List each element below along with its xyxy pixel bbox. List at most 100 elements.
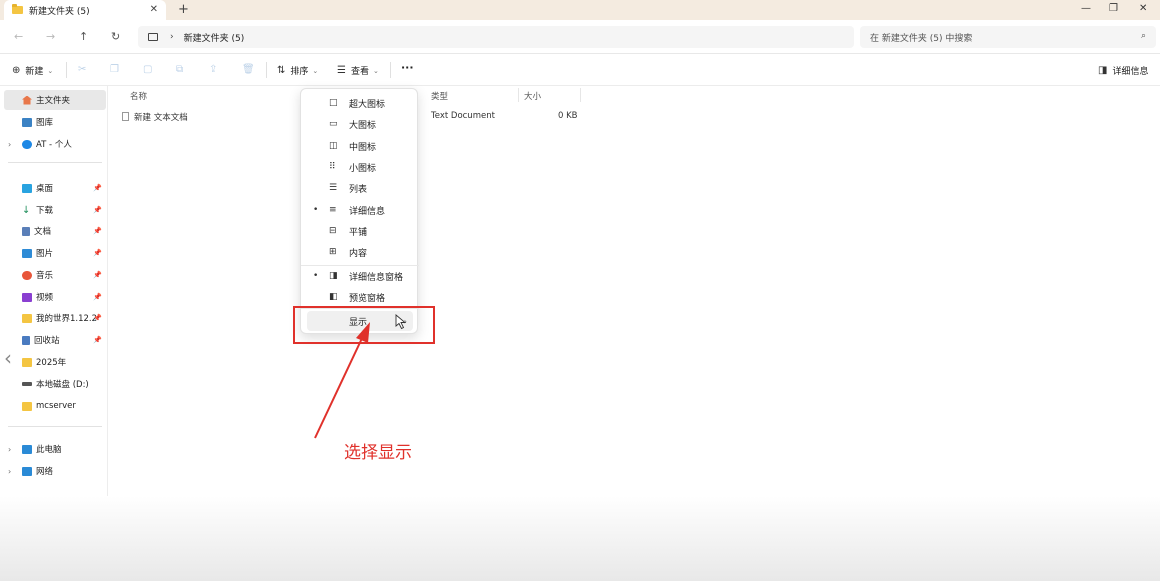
search-input[interactable]: 在 新建文件夹 (5) 中搜索 ⌕ — [860, 26, 1156, 48]
sidebar-item-documents[interactable]: 文档 📌 — [4, 221, 106, 241]
close-window-icon[interactable]: ✕ — [1139, 3, 1147, 14]
minimize-icon[interactable]: — — [1081, 3, 1091, 14]
view-button[interactable]: ☰ 查看 ⌄ — [337, 64, 379, 77]
content-icon: ⊞ — [329, 247, 337, 257]
cut-button[interactable]: ✂ — [78, 64, 91, 75]
column-divider[interactable] — [518, 88, 519, 102]
sidebar-item-home[interactable]: 主文件夹 — [4, 90, 106, 110]
details-icon: ≡ — [329, 205, 337, 215]
sidebar-item-onedrive[interactable]: › AT - 个人 — [4, 134, 106, 154]
forward-icon[interactable]: → — [46, 30, 55, 43]
divider — [8, 162, 102, 163]
menu-item-preview-pane[interactable]: ◧ 预览窗格 — [307, 287, 413, 307]
menu-item-label: 详细信息 — [349, 206, 386, 217]
tab-title: 新建文件夹 (5) — [29, 6, 90, 17]
recycle-bin-icon — [22, 335, 30, 345]
divider — [8, 426, 102, 427]
back-icon[interactable]: ← — [14, 30, 23, 43]
sidebar-item-label: 视频 — [36, 293, 54, 303]
menu-item-list[interactable]: ☰ 列表 — [307, 178, 413, 198]
sort-button[interactable]: ⇅ 排序 ⌄ — [277, 64, 318, 77]
menu-item-content[interactable]: ⊞ 内容 — [307, 242, 413, 262]
sidebar-item-label: 图库 — [36, 118, 54, 128]
network-icon — [22, 466, 32, 476]
column-header-type[interactable]: 类型 — [431, 90, 448, 102]
chevron-right-icon[interactable]: › — [8, 445, 11, 454]
computer-icon — [22, 444, 32, 454]
chevron-down-icon: ⌄ — [372, 66, 379, 75]
sidebar-item-gallery[interactable]: 图库 — [4, 112, 106, 132]
sidebar-item-desktop[interactable]: 桌面 📌 — [4, 178, 106, 198]
menu-item-label: 中图标 — [349, 142, 377, 153]
menu-item-details-pane[interactable]: • ◨ 详细信息窗格 — [307, 266, 413, 286]
chevron-right-icon[interactable]: › — [8, 467, 11, 476]
maximize-icon[interactable]: ❐ — [1109, 3, 1118, 14]
tab-current-folder[interactable]: 新建文件夹 (5) ✕ — [4, 0, 166, 20]
chevron-right-icon[interactable]: › — [8, 140, 11, 149]
sidebar-item-drive-d[interactable]: 本地磁盘 (D:) — [4, 374, 106, 394]
delete-button[interactable]: 🗑 — [242, 64, 260, 75]
file-name-cell[interactable]: 新建 文本文档 — [122, 111, 188, 123]
menu-item-medium-icons[interactable]: ◫ 中图标 — [307, 136, 413, 156]
sidebar-item-minecraft-folder[interactable]: 我的世界1.12.2 📌 — [4, 308, 106, 328]
menu-item-extra-large-icons[interactable]: □ 超大图标 — [307, 93, 413, 113]
title-bar: 新建文件夹 (5) ✕ + — ❐ ✕ — [0, 0, 1160, 20]
column-header-name[interactable]: 名称 — [130, 90, 147, 102]
plus-circle-icon: ⊕ — [12, 65, 21, 76]
copy-button[interactable]: ❐ — [110, 64, 124, 75]
sidebar-item-label: 音乐 — [36, 271, 54, 281]
sidebar-item-music[interactable]: 音乐 📌 — [4, 265, 106, 285]
sidebar-item-videos[interactable]: 视频 📌 — [4, 287, 106, 307]
sidebar-item-this-pc[interactable]: › 此电脑 — [4, 439, 106, 459]
address-input[interactable]: › 新建文件夹 (5) — [138, 26, 854, 48]
sidebar-item-label: 此电脑 — [36, 445, 62, 455]
text-document-icon — [122, 112, 129, 121]
file-type-cell: Text Document — [431, 111, 495, 121]
sidebar-item-label: 本地磁盘 (D:) — [36, 380, 89, 390]
tab-close-icon[interactable]: ✕ — [150, 4, 158, 15]
sidebar-item-2025[interactable]: 2025年 — [4, 352, 106, 372]
command-bar: ⊕ 新建 ⌄ ✂ ❐ ▢ ⧉ ⇪ 🗑 ⇅ 排序 ⌄ ☰ 查看 ⌄ ··· ◨ 详… — [0, 54, 1160, 86]
menu-item-large-icons[interactable]: ▭ 大图标 — [307, 114, 413, 134]
sidebar-item-recycle-bin[interactable]: 回收站 📌 — [4, 330, 106, 350]
menu-item-details[interactable]: • ≡ 详细信息 — [307, 200, 413, 220]
column-header-size[interactable]: 大小 — [524, 90, 541, 102]
sidebar-item-mcserver[interactable]: mcserver — [4, 396, 106, 416]
sort-icon: ⇅ — [277, 65, 286, 76]
up-icon[interactable]: ↑ — [79, 30, 88, 43]
sidebar-item-label: 2025年 — [36, 358, 67, 368]
folder-icon — [12, 4, 23, 14]
trash-icon: 🗑 — [242, 64, 255, 75]
pin-icon: 📌 — [93, 336, 102, 344]
chevron-left-icon[interactable]: ‹ — [4, 346, 12, 370]
share-icon: ⇪ — [209, 64, 218, 75]
pin-icon: 📌 — [93, 184, 102, 192]
folder-icon — [22, 313, 32, 323]
menu-item-tiles[interactable]: ⊟ 平铺 — [307, 221, 413, 241]
sidebar-item-downloads[interactable]: ↓ 下载 📌 — [4, 200, 106, 220]
sidebar-item-label: 图片 — [36, 249, 54, 259]
sort-label: 排序 — [290, 67, 309, 77]
rename-button[interactable]: ⧉ — [176, 64, 188, 75]
sidebar-item-network[interactable]: › 网络 — [4, 461, 106, 481]
column-divider[interactable] — [580, 88, 581, 102]
divider — [390, 62, 391, 78]
details-pane-button[interactable]: ◨ 详细信息 — [1098, 64, 1148, 77]
view-icon: ☰ — [337, 65, 346, 76]
more-options-button[interactable]: ··· — [401, 61, 414, 74]
breadcrumb[interactable]: 新建文件夹 (5) — [184, 31, 245, 44]
music-icon — [22, 270, 32, 280]
computer-icon — [148, 33, 158, 41]
share-button[interactable]: ⇪ — [209, 64, 222, 75]
folder-icon — [22, 357, 32, 367]
new-button[interactable]: ⊕ 新建 ⌄ — [12, 64, 53, 77]
menu-item-small-icons[interactable]: ⠿ 小图标 — [307, 157, 413, 177]
refresh-icon[interactable]: ↻ — [111, 30, 120, 43]
menu-item-label: 大图标 — [349, 120, 377, 131]
sidebar-item-pictures[interactable]: 图片 📌 — [4, 243, 106, 263]
rename-icon: ⧉ — [176, 64, 184, 75]
folder-icon — [22, 401, 32, 411]
new-tab-icon[interactable]: + — [178, 2, 189, 17]
paste-button[interactable]: ▢ — [143, 64, 157, 75]
list-icon: ☰ — [329, 183, 338, 193]
